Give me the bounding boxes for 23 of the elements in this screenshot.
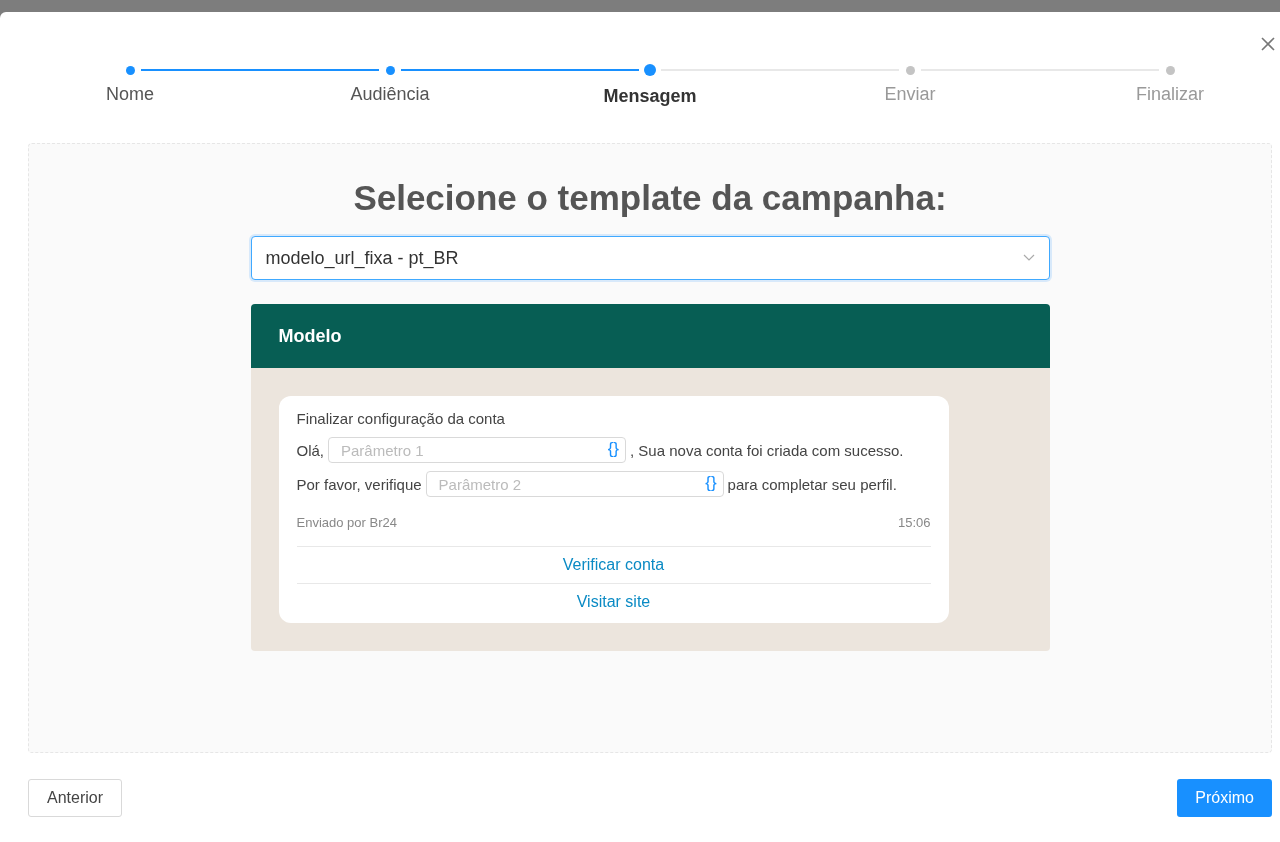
step-label: Nome	[106, 84, 154, 105]
message-text: Por favor, verifique	[296, 475, 422, 493]
variable-icon: {}	[705, 473, 717, 493]
chevron-down-icon	[1022, 254, 1035, 262]
step-label: Audiência	[350, 84, 430, 105]
next-button[interactable]: Próximo	[1177, 779, 1272, 817]
message-text: , Sua nova conta foi criada com sucesso.	[630, 441, 904, 459]
message-link-button[interactable]: Verificar conta	[296, 546, 931, 583]
close-icon[interactable]	[1260, 36, 1276, 52]
message-text: Olá,	[296, 441, 324, 459]
step-label: Enviar	[884, 84, 936, 105]
sender-text: Enviado por Br24	[296, 515, 397, 530]
previous-button[interactable]: Anterior	[28, 779, 123, 817]
card-title: Modelo	[278, 325, 342, 347]
template-select[interactable]: modelo_url_fixa - pt_BR	[250, 236, 1050, 280]
step-label: Mensagem	[603, 86, 697, 107]
message-time: 15:06	[897, 515, 931, 530]
page-title: Selecione o template da campanha:	[353, 178, 947, 218]
message-link-button[interactable]: Visitar site	[296, 583, 931, 611]
message-text: para completar seu perfil.	[727, 475, 897, 493]
variable-icon: {}	[607, 439, 619, 459]
step-label: Finalizar	[1136, 84, 1204, 105]
message-title: Finalizar configuração da conta	[296, 410, 506, 427]
